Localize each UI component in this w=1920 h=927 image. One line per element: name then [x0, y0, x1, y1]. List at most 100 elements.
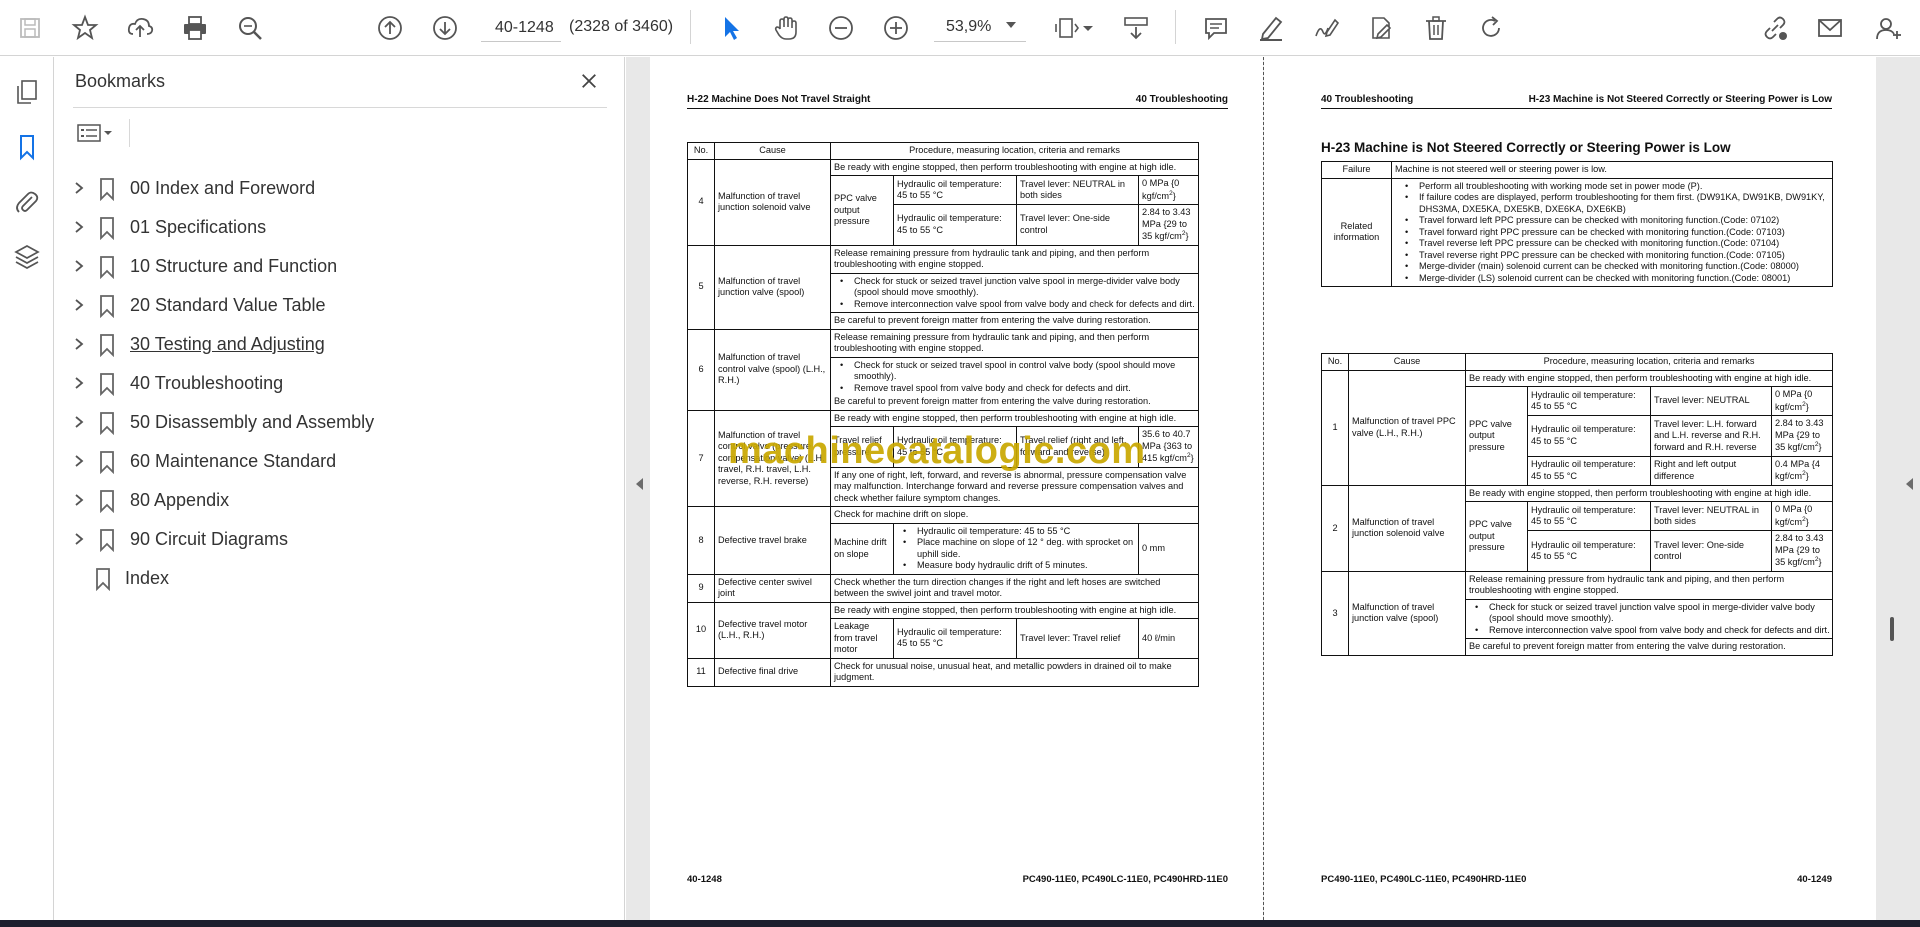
pdf-viewer-app: (2328 of 3460) 53,9% Bookmarks: [0, 0, 1920, 927]
chevron-right-icon[interactable]: [72, 415, 86, 429]
chevron-right-icon[interactable]: [72, 493, 86, 507]
standard-value: 35.6 to 40.7 MPa {363 to 415 kgf/cm2}: [1137, 426, 1200, 468]
chevron-right-icon[interactable]: [72, 298, 86, 312]
lever: Travel lever: NEUTRAL: [1650, 385, 1772, 417]
bullet-item: Remove travel spool from valve body and …: [840, 383, 1198, 395]
sign-icon[interactable]: [1308, 10, 1344, 46]
chevron-down-icon[interactable]: [1080, 10, 1096, 46]
row-number: 11: [687, 657, 715, 687]
page-thumbnails-icon[interactable]: [9, 74, 45, 110]
chevron-right-icon[interactable]: [72, 181, 86, 195]
row-number: 6: [687, 328, 715, 411]
failure-info-table: Failure Machine is not steered well or s…: [1321, 161, 1833, 287]
row-procedure: Release remaining pressure from hydrauli…: [829, 244, 1200, 330]
bookmark-item[interactable]: 01 Specifications: [55, 209, 615, 245]
edit-pdf-icon[interactable]: [1363, 10, 1399, 46]
bookmark-item[interactable]: 50 Disassembly and Assembly: [55, 404, 615, 440]
delete-icon[interactable]: [1418, 10, 1454, 46]
left-nav-rail: [0, 57, 54, 920]
bookmark-item[interactable]: 80 Appendix: [55, 482, 615, 518]
table-row: 7 Malfunction of travel control valve (p…: [687, 409, 1200, 508]
table-row: 9 Defective center swivel joint Check wh…: [687, 573, 1200, 603]
related-label: Related information: [1321, 177, 1392, 287]
page-header-left: 40 Troubleshooting: [1321, 94, 1414, 105]
chevron-right-icon[interactable]: [72, 337, 86, 351]
row-procedure: Check whether the turn direction changes…: [829, 573, 1200, 603]
table-row: 4 Malfunction of travel junction solenoi…: [687, 158, 1200, 246]
chevron-right-icon[interactable]: [72, 454, 86, 468]
bookmark-label: 10 Structure and Function: [130, 256, 338, 276]
link-share-icon[interactable]: [1757, 10, 1793, 46]
page-down-icon[interactable]: [427, 10, 463, 46]
bookmark-options-button[interactable]: [75, 119, 125, 147]
header-rule: [687, 108, 1228, 109]
toolbar-separator: [1175, 10, 1176, 44]
highlight-pen-icon[interactable]: [1253, 10, 1289, 46]
measure-item: PPC valve output pressure: [1465, 386, 1528, 486]
document-viewport[interactable]: H-22 Machine Does Not Travel Straight 40…: [626, 57, 1920, 920]
bookmark-item[interactable]: Index: [55, 560, 615, 596]
comment-icon[interactable]: [1198, 10, 1234, 46]
scroll-mode-icon[interactable]: [1118, 10, 1154, 46]
bookmark-icon: [100, 295, 114, 318]
standard-value-close: }: [1805, 516, 1809, 527]
bookmarks-icon[interactable]: [9, 129, 45, 165]
chevron-right-icon[interactable]: [72, 259, 86, 273]
bookmark-item[interactable]: 10 Structure and Function: [55, 248, 615, 284]
chevron-right-icon[interactable]: [72, 532, 86, 546]
scrollbar-thumb[interactable]: [1890, 617, 1894, 641]
select-arrow-icon[interactable]: [713, 10, 749, 46]
page-up-icon[interactable]: [372, 10, 408, 46]
chevron-down-icon[interactable]: [1006, 22, 1016, 28]
attachments-icon[interactable]: [9, 184, 45, 220]
pdf-page-left: H-22 Machine Does Not Travel Straight 40…: [650, 57, 1263, 920]
row-number: 7: [687, 409, 715, 508]
standard-value-close: }: [1805, 401, 1809, 412]
upload-icon[interactable]: [122, 10, 158, 46]
bookmark-item[interactable]: 90 Circuit Diagrams: [55, 521, 615, 557]
related-info-item: Merge-divider (main) solenoid current ca…: [1405, 261, 1829, 273]
bookmark-item[interactable]: 40 Troubleshooting: [55, 365, 615, 401]
close-icon[interactable]: [575, 67, 603, 95]
zoom-select[interactable]: 53,9%: [934, 14, 1026, 42]
bookmark-item[interactable]: 00 Index and Foreword: [55, 170, 615, 206]
table-header-row: No. Cause Procedure, measuring location,…: [687, 142, 1200, 160]
table-row: 1 Malfunction of travel PPC valve (L.H.,…: [1321, 369, 1834, 486]
bullet-item: Check for stuck or seized travel spool i…: [840, 360, 1198, 383]
condition: Hydraulic oil temperature: 45 to 55 °C: [893, 618, 1017, 659]
print-icon[interactable]: [177, 10, 213, 46]
measure-item: PPC valve output pressure: [830, 175, 894, 246]
measure-item: PPC valve output pressure: [1465, 501, 1528, 572]
collapse-left-pane-icon[interactable]: [636, 478, 643, 490]
row-intro: Be ready with engine stopped, then perfo…: [829, 601, 1200, 620]
bookmark-label: 80 Appendix: [130, 490, 230, 510]
search-zoom-icon[interactable]: [232, 10, 268, 46]
bookmark-item[interactable]: 60 Maintenance Standard: [55, 443, 615, 479]
row-outro: If any one of right, left, forward, and …: [829, 466, 1200, 508]
col-no: No.: [687, 142, 715, 160]
standard-value: 0 MPa {0 kgf/cm2}: [1770, 385, 1834, 417]
bookmark-item[interactable]: 30 Testing and Adjusting: [55, 326, 615, 362]
table-row: Failure Machine is not steered well or s…: [1321, 161, 1833, 179]
email-icon[interactable]: [1812, 10, 1848, 46]
table-row: Related information Perform all troubles…: [1321, 177, 1833, 287]
bookmark-item[interactable]: 20 Standard Value Table: [55, 287, 615, 323]
chevron-right-icon[interactable]: [72, 220, 86, 234]
bookmark-star-icon[interactable]: [67, 10, 103, 46]
bullet-item: Place machine on slope of 12 ° deg. with…: [903, 537, 1135, 560]
vertical-scrollbar[interactable]: [1888, 57, 1902, 920]
zoom-in-icon[interactable]: [878, 10, 914, 46]
page-header-left: H-22 Machine Does Not Travel Straight: [687, 94, 871, 105]
standard-value-close: }: [1818, 557, 1822, 568]
zoom-out-icon[interactable]: [823, 10, 859, 46]
bookmark-icon: [100, 529, 114, 552]
hand-icon[interactable]: [768, 10, 804, 46]
save-icon[interactable]: [12, 10, 48, 46]
page-number-input[interactable]: [481, 14, 561, 42]
chevron-right-icon[interactable]: [72, 376, 86, 390]
account-icon[interactable]: [1870, 10, 1906, 46]
rotate-icon[interactable]: [1473, 10, 1509, 46]
collapse-right-pane-icon[interactable]: [1906, 478, 1913, 490]
layers-icon[interactable]: [9, 239, 45, 275]
condition-list: Hydraulic oil temperature: 45 to 55 °C P…: [893, 522, 1139, 575]
